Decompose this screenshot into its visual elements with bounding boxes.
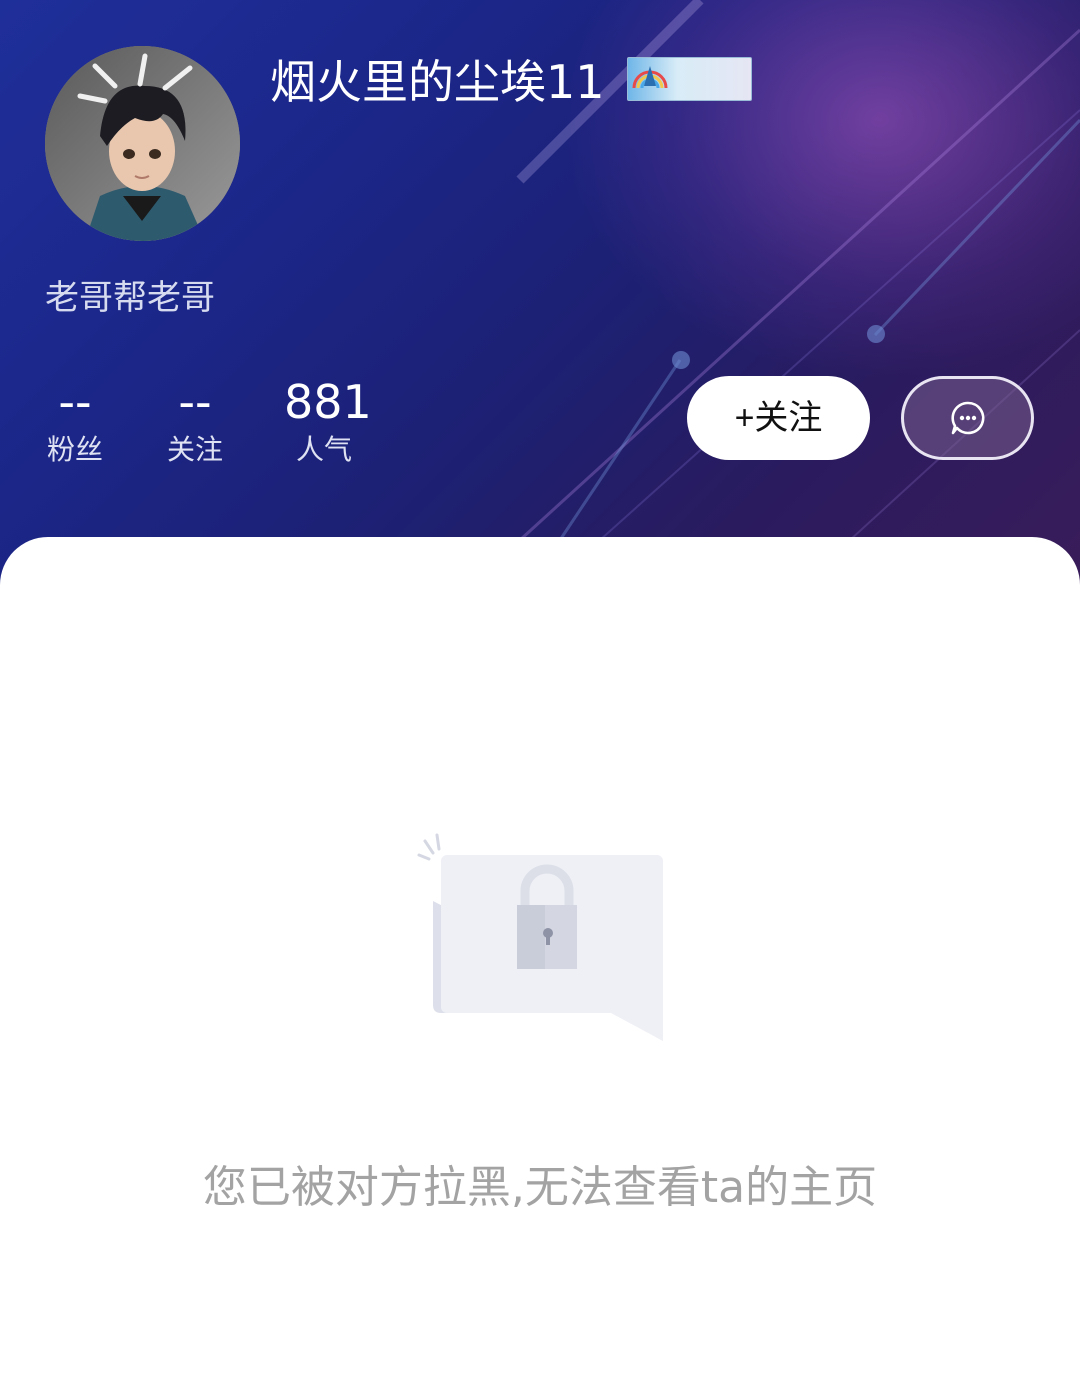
locked-page-icon [417,833,663,1041]
stat-fans[interactable]: -- 粉丝 [44,376,106,470]
profile-header: 烟火里的尘埃11 老哥帮老哥 -- 粉丝 -- 关注 881 人气 +关注 [0,0,1080,600]
message-button[interactable] [901,376,1034,460]
fans-count: -- [58,375,92,429]
chat-bubble-icon [951,401,985,435]
popularity-label: 人气 [295,433,352,466]
popularity-count: 881 [284,375,372,429]
stat-following[interactable]: -- 关注 [164,376,226,470]
blocked-message: 您已被对方拉黑,无法查看ta的主页 [202,1162,878,1213]
following-label: 关注 [166,433,223,466]
stat-popularity: 881 人气 [284,375,372,470]
username: 烟火里的尘埃11 [270,55,605,109]
following-count: -- [178,375,212,429]
user-signature: 老哥帮老哥 [45,278,215,318]
follow-button[interactable]: +关注 [687,376,870,460]
fans-label: 粉丝 [46,433,103,466]
user-avatar[interactable] [45,46,240,241]
rainbow-medal-badge-icon[interactable] [627,57,752,101]
